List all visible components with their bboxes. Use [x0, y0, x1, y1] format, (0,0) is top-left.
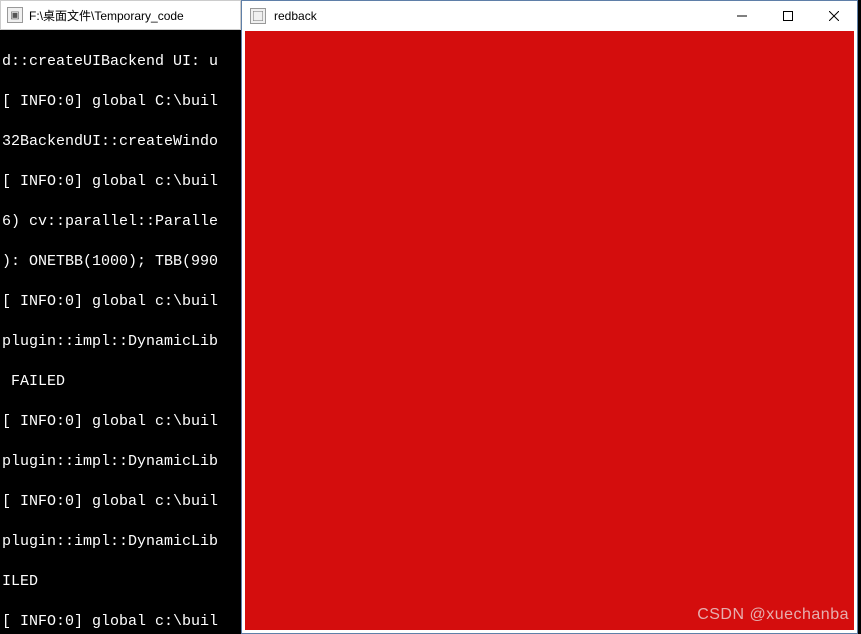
minimize-icon [737, 11, 747, 21]
console-line: ILED [2, 572, 241, 592]
console-line: 6) cv::parallel::Paralle [2, 212, 241, 232]
console-title-text: F:\桌面文件\Temporary_code [29, 7, 184, 24]
console-line: plugin::impl::DynamicLib [2, 332, 241, 352]
console-line: d::createUIBackend UI: u [2, 52, 241, 72]
console-line: [ INFO:0] global c:\buil [2, 292, 241, 312]
console-line: [ INFO:0] global c:\buil [2, 492, 241, 512]
close-button[interactable] [811, 1, 857, 31]
close-icon [829, 11, 839, 21]
minimize-button[interactable] [719, 1, 765, 31]
maximize-icon [783, 11, 793, 21]
redback-app-icon [250, 8, 266, 24]
watermark-text: CSDN @xuechanba [697, 606, 849, 624]
console-line: plugin::impl::DynamicLib [2, 452, 241, 472]
redback-window: redback [241, 0, 858, 634]
console-app-icon: ▣ [7, 7, 23, 23]
console-line: plugin::impl::DynamicLib [2, 532, 241, 552]
maximize-button[interactable] [765, 1, 811, 31]
console-line: [ INFO:0] global c:\buil [2, 412, 241, 432]
console-line: ): ONETBB(1000); TBB(990 [2, 252, 241, 272]
console-line: [ INFO:0] global C:\buil [2, 92, 241, 112]
console-line: [ INFO:0] global c:\buil [2, 172, 241, 192]
redback-titlebar[interactable]: redback [242, 1, 857, 31]
redback-client-area [245, 31, 854, 630]
window-controls [719, 1, 857, 31]
console-output: d::createUIBackend UI: u [ INFO:0] globa… [0, 30, 241, 634]
console-titlebar[interactable]: ▣ F:\桌面文件\Temporary_code [0, 0, 241, 30]
console-window: ▣ F:\桌面文件\Temporary_code d::createUIBack… [0, 0, 241, 634]
console-line: FAILED [2, 372, 241, 392]
redback-title-text: redback [274, 9, 719, 23]
console-line: 32BackendUI::createWindo [2, 132, 241, 152]
console-line: [ INFO:0] global c:\buil [2, 612, 241, 632]
